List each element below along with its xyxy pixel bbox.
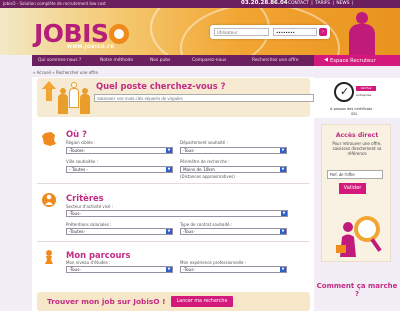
search-person-illustration (334, 205, 384, 260)
search-cta: Trouver mon job sur JobisO ! Lancer ma r… (37, 292, 310, 311)
breadcrumb: » Accueil » Rechercher une offre (33, 70, 98, 75)
departement-label: Département souhaité : (180, 140, 228, 145)
chevron-down-icon: ▼ (166, 267, 172, 272)
cert-badge-label: Vérifiez (356, 86, 376, 91)
link-separator: | (311, 1, 313, 6)
perimetre-value: Moins de 10km (183, 167, 215, 172)
logo-text: JOBIS (34, 19, 109, 48)
pretentions-select[interactable]: -Toutes- ▼ (66, 228, 173, 235)
contrat-value: -Tous- (183, 229, 195, 234)
acces-direct-title: Accès direct (335, 132, 379, 139)
cta-text: Trouver mon job sur JobisO ! (47, 297, 166, 306)
ville-value: - Toutes - (69, 167, 89, 172)
etudes-label: Mon niveau d'études : (66, 260, 111, 265)
nav-item-nos-pubs[interactable]: Nos pubs (150, 58, 170, 63)
arrow-left-icon: ◀ (324, 57, 328, 63)
nav-item-notre-methode[interactable]: Notre méthode (100, 58, 133, 63)
chevron-down-icon: ▼ (166, 167, 172, 172)
comment-ca-marche-link[interactable]: Comment ça marche ? (314, 282, 400, 298)
login-box: › (210, 25, 330, 39)
chevron-down-icon: ▼ (281, 211, 287, 216)
divider (37, 241, 309, 242)
launch-search-button[interactable]: Lancer ma recherche (171, 296, 233, 307)
perimetre-hint: (Distances approximatives) (180, 174, 235, 179)
secteur-select[interactable]: -Tous- ▼ (66, 210, 288, 217)
check-badge-icon: ✓ (334, 82, 354, 102)
chevron-down-icon: ▼ (166, 148, 172, 153)
perimetre-label: Périmètre de recherche : (180, 159, 230, 164)
tarifs-link[interactable]: TARIFS (315, 1, 330, 6)
perimetre-select[interactable]: Moins de 10km ▼ (180, 166, 287, 173)
cert-badge-label2: entreprise (356, 93, 372, 97)
arrow-up-icon (42, 81, 56, 101)
espace-recruteur-button[interactable]: ◀ Espace Recruteur (314, 55, 400, 66)
departement-value: -Tous- (183, 148, 195, 153)
person-icon (347, 12, 377, 55)
espace-recruteur-label: Espace Recruteur (330, 58, 376, 64)
chevron-down-icon: ▼ (280, 267, 286, 272)
chevron-down-icon: ▼ (166, 229, 172, 234)
departement-select[interactable]: -Tous- ▼ (180, 147, 287, 154)
logo-url: WWW.JOBISO.FR (67, 45, 115, 50)
pawn-icon (41, 249, 57, 265)
link-separator: | (351, 1, 354, 6)
region-label: Région ciblée : (66, 140, 96, 145)
nav-item-recherchez-une-offre[interactable]: Recherchez une offre (252, 58, 299, 63)
logo-o-icon (109, 24, 130, 44)
top-bar: JobisO - Solution complète de recrutemen… (0, 0, 400, 8)
ou-title: Où ? (66, 129, 87, 139)
chevron-down-icon: ▼ (280, 229, 286, 234)
login-submit-button[interactable]: › (319, 28, 327, 36)
pretentions-value: -Toutes- (69, 229, 86, 234)
phone-number: 03.20.28.86.04 (241, 0, 288, 6)
header: JOBIS WWW.JOBISO.FR › (0, 8, 400, 55)
keyword-section: Quel poste cherchez-vous ? (37, 78, 314, 117)
logo[interactable]: JOBIS (34, 19, 130, 48)
region-select[interactable]: -Toutes- ▼ (66, 147, 173, 154)
person-target-icon (41, 192, 57, 208)
cert-text-ssl: SSL (351, 112, 358, 116)
contact-link[interactable]: CONTACT (288, 1, 309, 6)
chevron-down-icon: ▼ (280, 148, 286, 153)
criteres-title: Critères (66, 193, 104, 203)
experience-value: -Tous- (183, 267, 195, 272)
divider (37, 183, 309, 184)
nav-item-comparez-nous[interactable]: Comparez-nous (192, 58, 226, 63)
keyword-input[interactable] (94, 94, 314, 102)
search-form: Quel poste cherchez-vous ? Où ? Région c… (32, 77, 314, 311)
people-icon (58, 80, 90, 116)
username-input[interactable] (214, 28, 269, 36)
contrat-label: Type de contrat souhaité : (180, 222, 233, 227)
acces-direct-text: Pour retrouver une offre, saisissez dire… (332, 141, 382, 156)
parcours-title: Mon parcours (66, 250, 131, 260)
password-input[interactable] (273, 28, 317, 36)
top-links: CONTACT | TARIFS | NEWS | (288, 1, 354, 6)
right-column: ✓ Vérifiez entreprise A propos des certi… (314, 66, 400, 311)
pretentions-label: Prétentions salariales : (66, 222, 112, 227)
etudes-value: -Tous- (69, 267, 81, 272)
news-link[interactable]: NEWS (336, 1, 349, 6)
secteur-value: -Tous- (69, 211, 81, 216)
ville-label: Ville souhaitée : (66, 159, 98, 164)
link-separator: | (332, 1, 334, 6)
offer-ref-input[interactable] (327, 170, 383, 179)
experience-select[interactable]: -Tous- ▼ (180, 266, 287, 273)
nav-item-qui-sommes-nous[interactable]: Qui sommes-nous ? (38, 58, 81, 63)
france-map-icon (41, 131, 57, 147)
main-nav: Qui sommes-nous ? Notre méthode Nos pubs… (32, 55, 314, 66)
ssl-certificate[interactable]: ✓ Vérifiez entreprise A propos des certi… (314, 78, 400, 118)
ville-select[interactable]: - Toutes - ▼ (66, 166, 173, 173)
secteur-label: Secteur d'activité visé : (66, 204, 114, 209)
contrat-select[interactable]: -Tous- ▼ (180, 228, 287, 235)
acces-direct-box: Accès direct Pour retrouver une offre, s… (321, 124, 391, 262)
experience-label: Mon expérience professionnelle : (180, 260, 247, 265)
validate-button[interactable]: Valider (339, 183, 366, 194)
hero-title: Quel poste cherchez-vous ? (96, 81, 226, 91)
cert-text[interactable]: A propos des certificats (330, 107, 372, 111)
region-value: -Toutes- (69, 148, 86, 153)
tagline: JobisO - Solution complète de recrutemen… (3, 1, 106, 6)
etudes-select[interactable]: -Tous- ▼ (66, 266, 173, 273)
chevron-down-icon: ▼ (280, 167, 286, 172)
